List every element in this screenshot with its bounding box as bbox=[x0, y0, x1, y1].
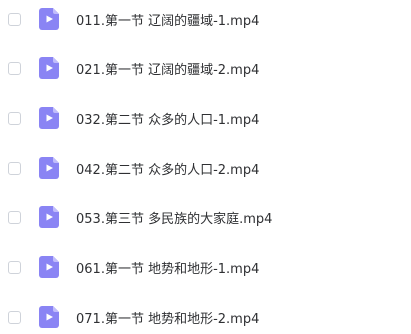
file-name[interactable]: 053.第三节 多民族的大家庭.mp4 bbox=[76, 208, 272, 227]
file-name[interactable]: 061.第一节 地势和地形-1.mp4 bbox=[76, 258, 259, 277]
row-checkbox[interactable] bbox=[8, 310, 21, 324]
file-name[interactable]: 071.第一节 地势和地形-2.mp4 bbox=[76, 308, 259, 327]
row-checkbox[interactable] bbox=[8, 61, 21, 75]
video-file-icon bbox=[39, 256, 59, 278]
file-name[interactable]: 042.第二节 众多的人口-2.mp4 bbox=[76, 159, 259, 178]
video-file-icon bbox=[39, 57, 59, 79]
file-name[interactable]: 032.第二节 众多的人口-1.mp4 bbox=[76, 109, 259, 128]
video-file-icon bbox=[39, 8, 59, 30]
file-row[interactable]: 042.第二节 众多的人口-2.mp4 bbox=[0, 151, 411, 185]
file-row[interactable]: 021.第一节 辽阔的疆域-2.mp4 bbox=[0, 51, 411, 85]
video-file-icon bbox=[39, 206, 59, 228]
file-name[interactable]: 021.第一节 辽阔的疆域-2.mp4 bbox=[76, 59, 259, 78]
file-row[interactable]: 011.第一节 辽阔的疆域-1.mp4 bbox=[0, 2, 411, 36]
video-file-icon bbox=[39, 306, 59, 328]
video-file-icon bbox=[39, 107, 59, 129]
file-row[interactable]: 071.第一节 地势和地形-2.mp4 bbox=[0, 300, 411, 334]
file-row[interactable]: 053.第三节 多民族的大家庭.mp4 bbox=[0, 200, 411, 234]
row-checkbox[interactable] bbox=[8, 12, 21, 26]
file-row[interactable]: 032.第二节 众多的人口-1.mp4 bbox=[0, 101, 411, 135]
file-row[interactable]: 061.第一节 地势和地形-1.mp4 bbox=[0, 250, 411, 284]
file-list: 011.第一节 辽阔的疆域-1.mp4 021.第一节 辽阔的疆域-2.mp4 … bbox=[0, 0, 411, 328]
row-checkbox[interactable] bbox=[8, 260, 21, 274]
row-checkbox[interactable] bbox=[8, 210, 21, 224]
file-name[interactable]: 011.第一节 辽阔的疆域-1.mp4 bbox=[76, 10, 259, 29]
row-checkbox[interactable] bbox=[8, 161, 21, 175]
video-file-icon bbox=[39, 157, 59, 179]
row-checkbox[interactable] bbox=[8, 111, 21, 125]
